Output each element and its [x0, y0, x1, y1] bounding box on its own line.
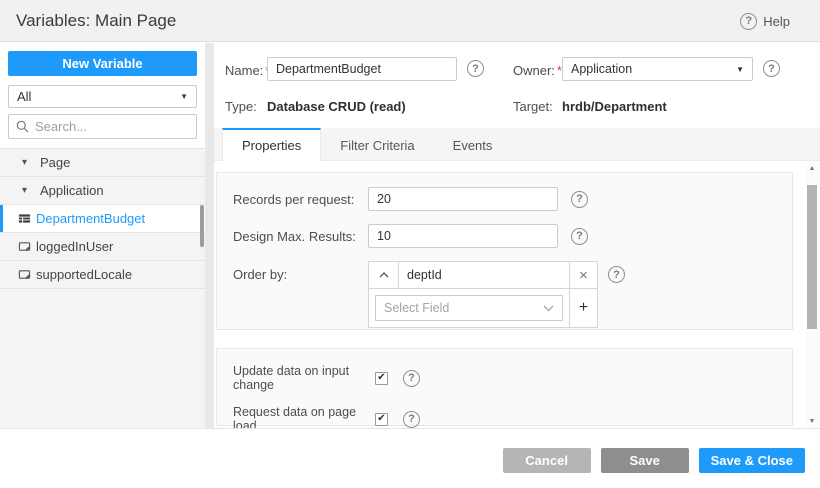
variable-icon	[18, 268, 32, 281]
variable-filter-value: All	[17, 89, 32, 104]
select-field-placeholder: Select Field	[384, 301, 450, 315]
tab-bar: Properties Filter Criteria Events	[214, 128, 820, 161]
order-by-field-input[interactable]	[399, 262, 569, 288]
records-per-request-label: Records per request:	[233, 191, 355, 207]
search-input[interactable]	[35, 119, 211, 134]
request-on-page-load-checkbox[interactable]: ✔	[375, 412, 388, 426]
target-value: hrdb/Department	[562, 99, 667, 114]
check-icon: ✔	[377, 372, 386, 383]
owner-value: Application	[571, 62, 633, 76]
search-box	[8, 114, 211, 139]
select-field-wrap: Select Field	[369, 289, 569, 327]
type-value: Database CRUD (read)	[267, 99, 406, 114]
scroll-down-icon[interactable]: ▼	[806, 415, 818, 428]
search-icon	[16, 120, 29, 133]
dialog-footer: Cancel Save Save & Close	[0, 428, 820, 488]
records-per-request-row: Records per request: ?	[233, 187, 792, 211]
name-input[interactable]	[267, 57, 457, 81]
chevron-up-icon	[379, 272, 389, 278]
tree-item-label: Page	[40, 155, 71, 170]
design-max-results-input[interactable]	[368, 224, 558, 248]
page-title: Variables: Main Page	[16, 11, 177, 30]
request-on-page-load-help-icon[interactable]: ?	[403, 410, 420, 428]
update-on-input-change-row: Update data on input change ✔ ?	[233, 364, 792, 392]
order-by-field-row: ×	[369, 262, 597, 289]
chevron-down-icon	[543, 305, 554, 312]
add-field-button[interactable]: +	[569, 289, 597, 327]
owner-label: Owner: *	[513, 63, 562, 78]
records-per-request-help-icon[interactable]: ?	[571, 190, 588, 208]
order-by-widget: × Select Field +	[368, 261, 598, 328]
sidebar-controls: New Variable All ▼	[0, 43, 211, 148]
sidebar: New Variable All ▼ ▾ Page ▾ Application	[0, 43, 211, 428]
tree-item-label: loggedInUser	[36, 239, 114, 254]
owner-select[interactable]: Application ▼	[562, 57, 753, 81]
tree-collapse-icon: ▾	[22, 157, 28, 168]
tab-filter-criteria[interactable]: Filter Criteria	[321, 128, 433, 161]
tree-item-label: supportedLocale	[36, 267, 133, 282]
variable-details: Name:* ? Owner:* Application ▼ ? Type: D…	[214, 43, 820, 433]
update-on-input-change-label: Update data on input change	[233, 364, 350, 392]
crud-variable-icon	[18, 212, 32, 225]
save-and-close-button[interactable]: Save & Close	[698, 448, 805, 473]
sidebar-item-page[interactable]: ▾ Page	[0, 149, 205, 177]
chevron-down-icon: ▼	[736, 64, 744, 74]
sidebar-item-loggedinuser[interactable]: loggedInUser	[0, 233, 205, 261]
update-on-input-change-checkbox[interactable]: ✔	[375, 371, 388, 385]
owner-help-icon[interactable]: ?	[763, 60, 780, 77]
target-label: Target:	[513, 99, 553, 114]
behavior-panel: Update data on input change ✔ ? Request …	[216, 348, 793, 433]
new-variable-button[interactable]: New Variable	[8, 51, 197, 76]
type-label: Type:	[225, 99, 257, 114]
tab-events[interactable]: Events	[434, 128, 512, 161]
order-by-help-icon[interactable]: ?	[608, 266, 625, 283]
variable-icon	[18, 240, 32, 253]
save-button[interactable]: Save	[600, 448, 689, 473]
help-icon: ?	[740, 12, 758, 30]
data-settings-panel: Records per request: ? Design Max. Resul…	[216, 172, 793, 330]
tree-item-label: DepartmentBudget	[36, 211, 146, 226]
check-icon: ✔	[377, 413, 386, 424]
properties-tab-content: Records per request: ? Design Max. Resul…	[214, 161, 820, 433]
sidebar-item-departmentbudget[interactable]: DepartmentBudget	[0, 205, 205, 233]
name-label: Name:*	[225, 63, 270, 78]
dialog-header: Variables: Main Page ? Help	[0, 0, 820, 42]
help-button[interactable]: ? Help	[740, 0, 790, 42]
order-by-row: Order by: ×	[233, 261, 792, 328]
variable-tree: ▾ Page ▾ Application DepartmentBudget lo…	[0, 148, 205, 289]
order-by-label: Order by:	[233, 267, 288, 282]
scroll-up-icon[interactable]: ▲	[806, 162, 818, 175]
sidebar-item-application[interactable]: ▾ Application	[0, 177, 205, 205]
design-max-results-row: Design Max. Results: ?	[233, 224, 792, 248]
cancel-button[interactable]: Cancel	[502, 448, 591, 473]
tab-properties[interactable]: Properties	[222, 128, 322, 161]
records-per-request-input[interactable]	[368, 187, 558, 211]
design-max-results-help-icon[interactable]: ?	[571, 227, 588, 245]
name-help-icon[interactable]: ?	[467, 60, 484, 77]
variable-filter-select[interactable]: All ▼	[8, 85, 197, 108]
sidebar-divider	[205, 43, 214, 428]
tree-collapse-icon: ▾	[22, 185, 28, 196]
sort-direction-button[interactable]	[369, 262, 399, 288]
add-field-row: Select Field +	[369, 289, 597, 327]
chevron-down-icon: ▼	[180, 92, 188, 101]
content-scrollbar-thumb[interactable]	[807, 185, 817, 329]
design-max-results-label: Design Max. Results:	[233, 228, 356, 244]
tree-item-label: Application	[40, 183, 104, 198]
sidebar-scrollbar-thumb[interactable]	[200, 205, 204, 247]
select-field-dropdown[interactable]: Select Field	[375, 295, 563, 321]
update-on-input-change-help-icon[interactable]: ?	[403, 369, 420, 387]
content-scrollbar[interactable]: ▲ ▼	[806, 162, 818, 428]
variables-dialog: Variables: Main Page ? Help New Variable…	[0, 0, 820, 488]
sidebar-item-supportedlocale[interactable]: supportedLocale	[0, 261, 205, 289]
remove-field-button[interactable]: ×	[569, 262, 597, 288]
help-label: Help	[763, 13, 790, 29]
